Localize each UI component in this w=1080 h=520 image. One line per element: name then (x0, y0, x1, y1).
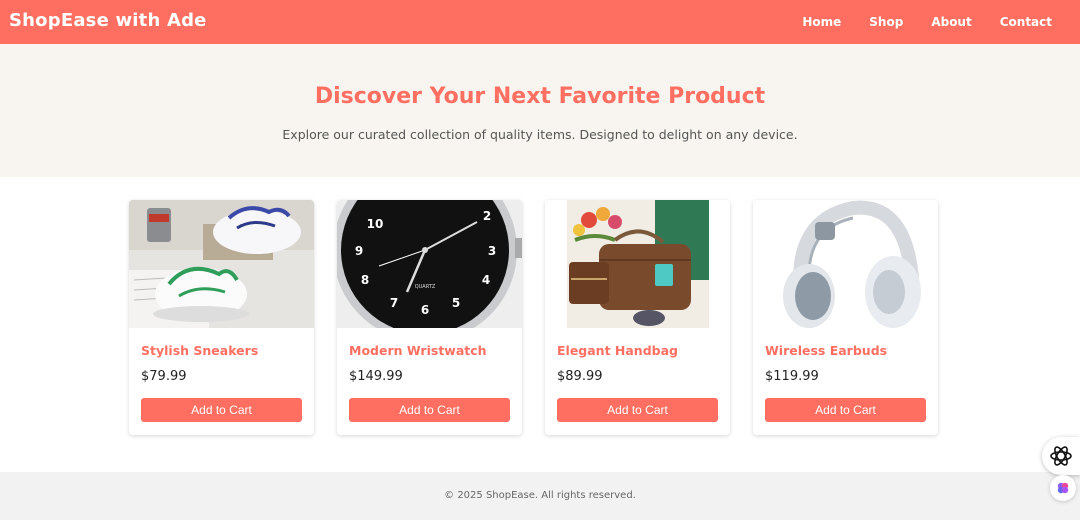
nav-link-contact[interactable]: Contact (1000, 15, 1052, 29)
nav-links: Home Shop About Contact (802, 0, 1080, 44)
product-price: $119.99 (765, 369, 819, 384)
product-name: Elegant Handbag (557, 343, 678, 358)
footer: © 2025 ShopEase. All rights reserved. (0, 472, 1080, 520)
svg-text:QUARTZ: QUARTZ (415, 284, 436, 290)
headphones-photo (753, 200, 938, 328)
product-price: $89.99 (557, 369, 603, 384)
hero-section: Discover Your Next Favorite Product Expl… (0, 44, 1080, 177)
svg-text:5: 5 (452, 296, 460, 310)
product-card: Elegant Handbag $89.99 Add to Cart (545, 200, 730, 435)
ai-assistant-icon[interactable] (1042, 437, 1080, 475)
nav-link-home[interactable]: Home (802, 15, 841, 29)
product-name: Wireless Earbuds (765, 343, 888, 358)
svg-text:3: 3 (488, 244, 496, 258)
svg-text:2: 2 (483, 209, 491, 223)
add-to-cart-button[interactable]: Add to Cart (349, 398, 510, 422)
sneakers-photo (129, 200, 314, 328)
nav-link-shop[interactable]: Shop (869, 15, 903, 29)
hero-title: Discover Your Next Favorite Product (314, 84, 766, 109)
add-to-cart-button[interactable]: Add to Cart (141, 398, 302, 422)
product-name: Modern Wristwatch (349, 343, 487, 358)
product-card: Stylish Sneakers $79.99 Add to Cart (129, 200, 314, 435)
svg-text:6: 6 (421, 303, 429, 317)
add-to-cart-button[interactable]: Add to Cart (557, 398, 718, 422)
brand-logo[interactable]: ShopEase with Ade (9, 10, 207, 31)
nav-link-about[interactable]: About (931, 15, 971, 29)
handbag-photo (545, 200, 730, 328)
svg-text:7: 7 (390, 296, 398, 310)
svg-text:12: 12 (417, 200, 434, 203)
svg-text:9: 9 (355, 244, 363, 258)
add-to-cart-button[interactable]: Add to Cart (765, 398, 926, 422)
product-price: $149.99 (349, 369, 403, 384)
product-card: Wireless Earbuds $119.99 Add to Cart (753, 200, 938, 435)
svg-text:8: 8 (361, 273, 369, 287)
product-price: $79.99 (141, 369, 187, 384)
hero-subtitle: Explore our curated collection of qualit… (282, 127, 798, 142)
copyright-text: © 2025 ShopEase. All rights reserved. (444, 490, 636, 501)
product-grid: Stylish Sneakers $79.99 Add to Cart 12 1… (129, 200, 938, 435)
product-name: Stylish Sneakers (141, 343, 259, 358)
svg-text:4: 4 (482, 273, 490, 287)
navbar: ShopEase with Ade Home Shop About Contac… (0, 0, 1080, 44)
wristwatch-photo: 12 1 2 3 4 5 6 7 8 9 10 QUARTZ (337, 200, 522, 328)
svg-text:10: 10 (367, 217, 384, 231)
product-card: 12 1 2 3 4 5 6 7 8 9 10 QUARTZ (337, 200, 522, 435)
brain-icon[interactable] (1050, 475, 1076, 501)
